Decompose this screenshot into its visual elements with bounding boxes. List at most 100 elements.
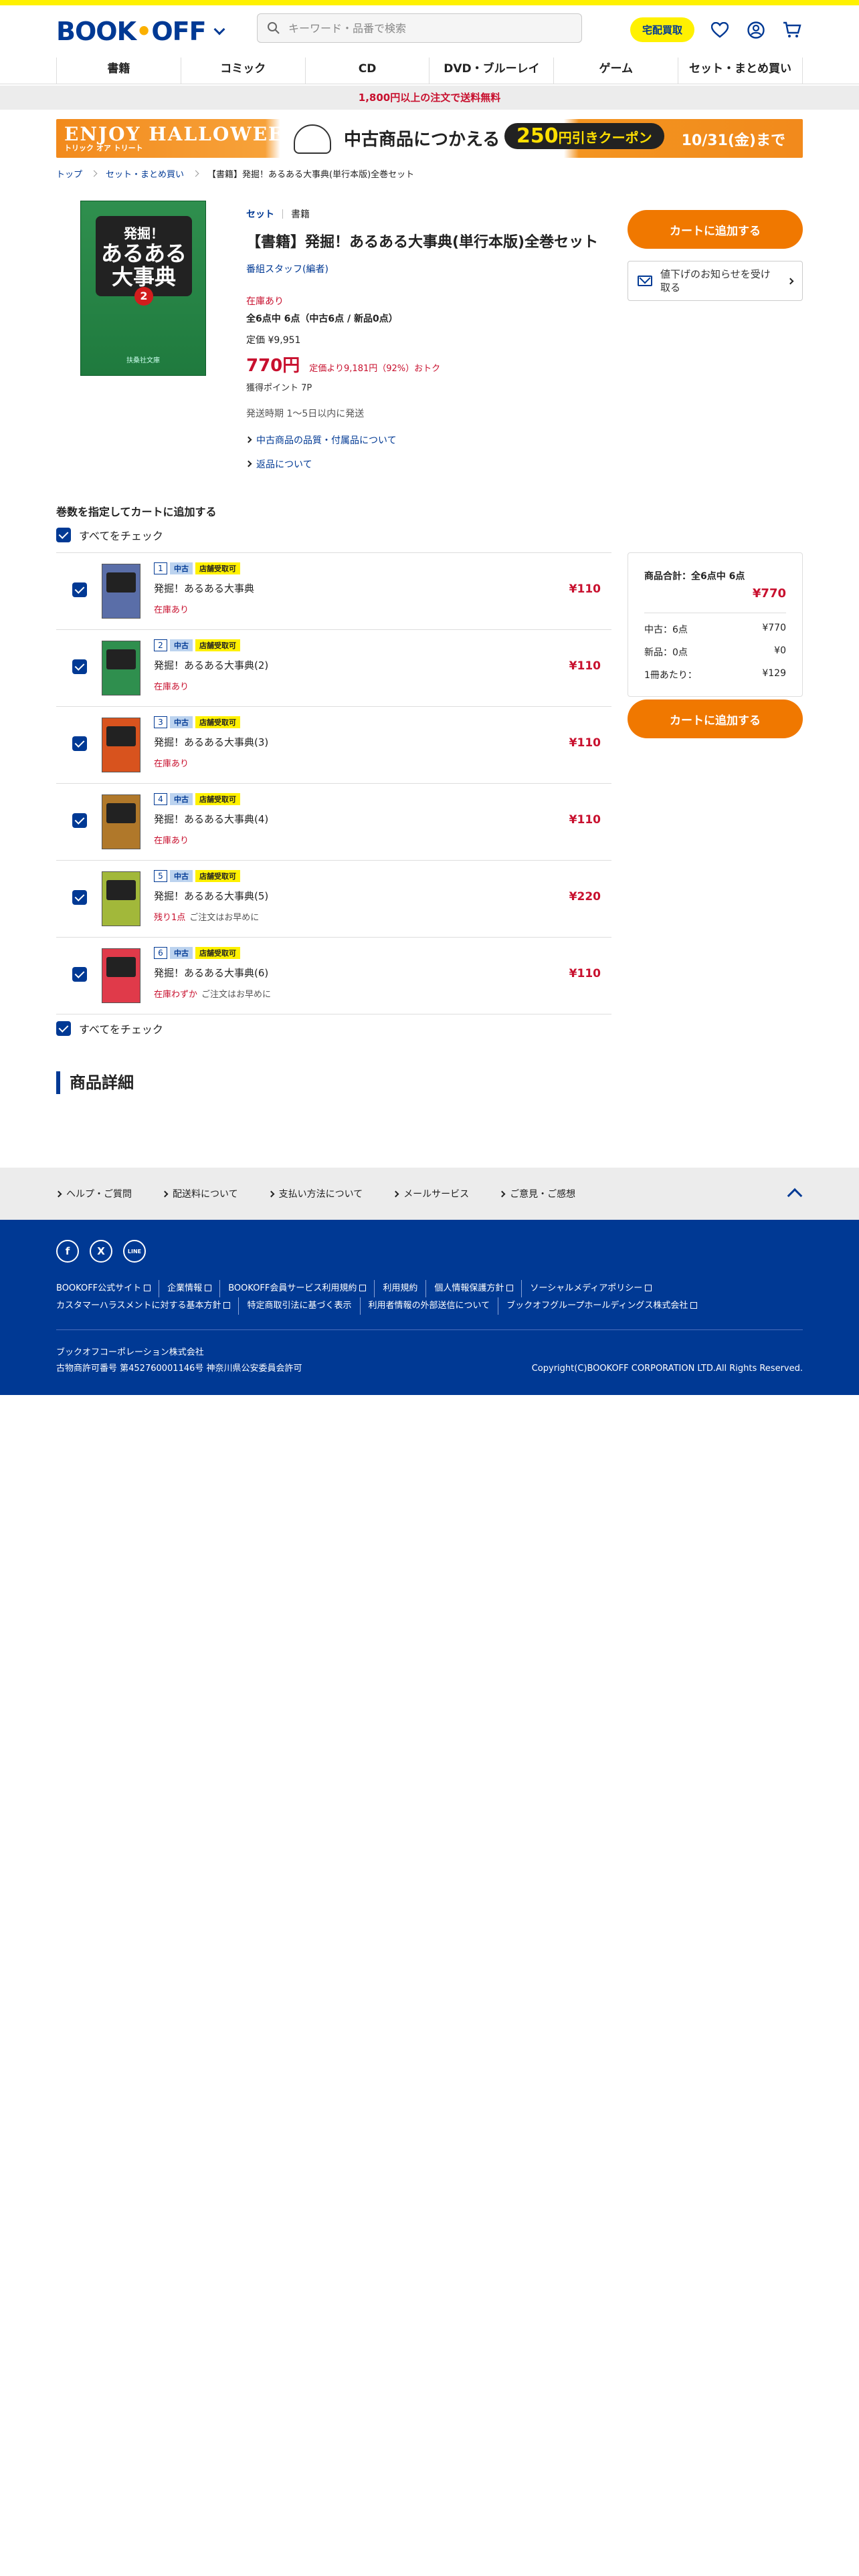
volume-number: 1	[154, 562, 167, 574]
list-price: 定価 ¥9,951	[246, 334, 301, 346]
volume-thumbnail[interactable]	[102, 641, 140, 695]
search-input[interactable]	[288, 21, 581, 35]
volume-stock: 在庫あり	[154, 759, 189, 769]
checkbox-icon[interactable]	[72, 813, 87, 828]
checkbox-icon[interactable]	[72, 967, 87, 982]
volume-title[interactable]: 発掘！あるある大事典(6)	[154, 966, 268, 980]
quality-link[interactable]: 中古商品の品質・付属品について	[245, 433, 621, 447]
footer-link-feedback[interactable]: ご意見・ご感想	[498, 1187, 575, 1200]
footer-link-shipping[interactable]: 配送料について	[161, 1187, 238, 1200]
checkbox-icon[interactable]	[72, 890, 87, 905]
check-all-top[interactable]: すべてをチェック	[56, 527, 163, 543]
footer-link-help[interactable]: ヘルプ・ご質問	[55, 1187, 132, 1200]
footer-nav-item[interactable]: BOOKOFF公式サイト	[56, 1280, 159, 1297]
external-link-icon	[645, 1285, 652, 1291]
chevron-down-icon[interactable]	[213, 23, 225, 35]
category-tag-set[interactable]: セット	[246, 207, 274, 221]
volume-thumbnail[interactable]	[102, 564, 140, 619]
badge-used: 中古	[170, 639, 193, 651]
footer-nav-item[interactable]: 個人情報保護方針	[425, 1280, 521, 1297]
volume-badges: 4 中古 店舗受取可	[154, 793, 240, 805]
price: 770円	[246, 355, 300, 376]
summary-title: 商品合計：全6点中 6点	[644, 571, 745, 582]
back-to-top-icon[interactable]	[787, 1188, 803, 1204]
cover-volume-number: 2	[134, 287, 153, 306]
nav-comics[interactable]: コミック	[180, 58, 305, 84]
external-link-icon	[690, 1302, 698, 1309]
x-icon[interactable]: X	[90, 1240, 112, 1263]
category-tag-books[interactable]: 書籍	[291, 207, 310, 221]
footer-nav-item[interactable]: ソーシャルメディアポリシー	[521, 1280, 660, 1297]
checkbox-icon[interactable]	[72, 659, 87, 674]
footer-nav-item[interactable]: 利用者情報の外部送信について	[359, 1297, 498, 1315]
volume-badges: 5 中古 店舗受取可	[154, 870, 240, 882]
volume-number: 5	[154, 870, 167, 882]
badge-used: 中古	[170, 793, 193, 805]
category-nav: 書籍 コミック CD DVD・ブルーレイ ゲーム セット・まとめ買い	[0, 58, 859, 84]
discount: 定価より9,181円（92%）おトク	[309, 363, 441, 374]
volume-stock: 在庫わずか ご注文はお早めに	[154, 990, 272, 1000]
checkbox-icon[interactable]	[56, 528, 71, 542]
ghost-illustration	[294, 124, 331, 154]
nav-game[interactable]: ゲーム	[553, 58, 678, 84]
footer-bottom: ブックオフコーポレーション株式会社 古物商許可番号 第452760001146号…	[56, 1345, 803, 1377]
volume-number: 6	[154, 947, 167, 959]
volume-title[interactable]: 発掘！あるある大事典(5)	[154, 889, 268, 903]
price-drop-notify-button[interactable]: 値下げのお知らせを受け取る	[628, 261, 803, 301]
nav-cd[interactable]: CD	[304, 58, 430, 84]
footer-nav-item[interactable]: BOOKOFF会員サービス利用規約	[219, 1280, 374, 1297]
nav-sets[interactable]: セット・まとめ買い	[678, 58, 803, 84]
line-icon[interactable]: LINE	[123, 1240, 146, 1263]
volume-thumbnail[interactable]	[102, 794, 140, 849]
breadcrumb-top[interactable]: トップ	[56, 167, 82, 180]
footer-links: ヘルプ・ご質問 配送料について 支払い方法について メールサービス ご意見・ご感…	[0, 1168, 859, 1220]
volume-title[interactable]: 発掘！あるある大事典(3)	[154, 735, 268, 749]
product-detail-heading: 商品詳細	[56, 1071, 134, 1094]
nav-books[interactable]: 書籍	[56, 58, 181, 84]
footer-nav-item[interactable]: 利用規約	[374, 1280, 425, 1297]
volume-thumbnail[interactable]	[102, 718, 140, 772]
chevron-right-icon	[787, 278, 794, 284]
footer-nav-item[interactable]: 特定商取引法に基づく表示	[238, 1297, 359, 1315]
search-icon[interactable]	[267, 21, 280, 35]
badge-used: 中古	[170, 870, 193, 882]
breadcrumb: トップ セット・まとめ買い 【書籍】発掘！あるある大事典(単行本版)全巻セット	[56, 167, 414, 180]
product-cover-image[interactable]: 発掘！ あるある 大事典 2 扶桑社文庫	[80, 201, 206, 376]
volume-thumbnail[interactable]	[102, 948, 140, 1003]
volume-number: 2	[154, 639, 167, 651]
takuhai-button[interactable]: 宅配買取	[630, 17, 694, 42]
cart-icon[interactable]	[781, 19, 803, 41]
checkbox-icon[interactable]	[72, 582, 87, 597]
logo-text: BOOK•OFF	[56, 17, 207, 46]
footer-nav-item[interactable]: ブックオフグループホールディングス株式会社	[498, 1297, 705, 1315]
footer-nav-item[interactable]: 企業情報	[159, 1280, 219, 1297]
logo[interactable]: BOOK•OFF	[56, 17, 225, 46]
badge-used: 中古	[170, 947, 193, 959]
breadcrumb-sets[interactable]: セット・まとめ買い	[106, 167, 184, 180]
footer-link-mail[interactable]: メールサービス	[392, 1187, 469, 1200]
add-to-cart-button-bottom[interactable]: カートに追加する	[628, 700, 803, 738]
chevron-right-icon	[245, 460, 252, 467]
author-link[interactable]: 番組スタッフ(編者)	[246, 264, 328, 275]
add-to-cart-button[interactable]: カートに追加する	[628, 210, 803, 249]
checkbox-icon[interactable]	[72, 736, 87, 751]
return-link[interactable]: 返品について	[245, 457, 621, 471]
account-icon[interactable]	[745, 19, 767, 41]
checkbox-icon[interactable]	[56, 1021, 71, 1036]
volume-title[interactable]: 発掘！あるある大事典(4)	[154, 812, 268, 826]
volume-title[interactable]: 発掘！あるある大事典(2)	[154, 658, 268, 672]
heart-icon[interactable]	[709, 19, 731, 41]
nav-dvd[interactable]: DVD・ブルーレイ	[429, 58, 553, 84]
footer-nav-item[interactable]: カスタマーハラスメントに対する基本方針	[56, 1297, 238, 1315]
company-name: ブックオフコーポレーション株式会社	[56, 1348, 204, 1358]
header-actions: 宅配買取	[630, 17, 803, 42]
halloween-banner[interactable]: ENJOY HALLOWEEN トリック オア トリート 中古商品につかえる 25…	[56, 119, 803, 158]
check-all-bottom[interactable]: すべてをチェック	[56, 1021, 163, 1037]
volume-row: 4 中古 店舗受取可 発掘！あるある大事典(4) 在庫あり ¥110	[56, 784, 611, 861]
footer-link-payment[interactable]: 支払い方法について	[268, 1187, 363, 1200]
license-number: 古物商許可番号 第452760001146号 神奈川県公安委員会許可	[56, 1364, 302, 1374]
facebook-icon[interactable]: f	[56, 1240, 79, 1263]
volume-title[interactable]: 発掘！あるある大事典	[154, 581, 254, 595]
volume-thumbnail[interactable]	[102, 871, 140, 926]
volume-stock: 在庫あり	[154, 605, 189, 615]
